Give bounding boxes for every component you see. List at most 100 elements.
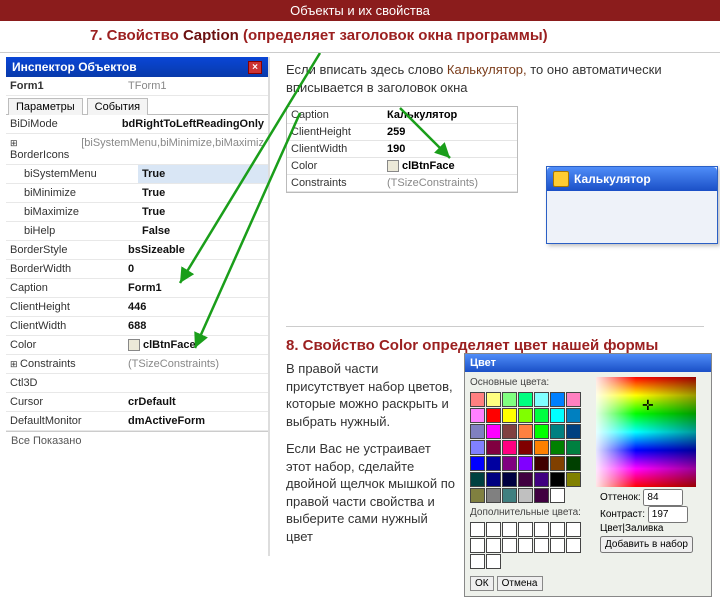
prop-name-BorderStyle[interactable]: BorderStyle (6, 241, 124, 259)
prop-name-BorderWidth[interactable]: BorderWidth (6, 260, 124, 278)
color-swatch[interactable] (470, 440, 485, 455)
prop-val-Constraints[interactable]: (TSizeConstraints) (124, 355, 268, 373)
color-swatch[interactable] (486, 408, 501, 423)
color-swatch[interactable] (518, 440, 533, 455)
color-swatch[interactable] (566, 440, 581, 455)
color-swatch[interactable] (534, 392, 549, 407)
custom-colors-grid[interactable] (470, 522, 590, 569)
oi-selector[interactable]: Form1 TForm1 (6, 77, 268, 96)
color-swatch[interactable] (566, 408, 581, 423)
prop-name-Caption[interactable]: Caption (6, 279, 124, 297)
color-swatch[interactable] (518, 408, 533, 423)
color-swatch[interactable] (534, 440, 549, 455)
color-swatch[interactable] (502, 488, 517, 503)
prop-name-Ctl3D[interactable]: Ctl3D (6, 374, 124, 392)
custom-swatch[interactable] (534, 522, 549, 537)
color-swatch[interactable] (550, 456, 565, 471)
color-dialog[interactable]: Цвет Основные цвета: Дополнительные цвет… (464, 353, 712, 597)
custom-swatch[interactable] (486, 554, 501, 569)
color-swatch[interactable] (486, 488, 501, 503)
prop-val-DefaultMonitor[interactable]: dmActiveForm (124, 412, 268, 430)
color-swatch[interactable] (518, 392, 533, 407)
color-swatch[interactable] (550, 408, 565, 423)
prop-name-DefaultMonitor[interactable]: DefaultMonitor (6, 412, 124, 430)
custom-swatch[interactable] (486, 538, 501, 553)
prop-name-Color[interactable]: Color (6, 336, 124, 354)
custom-swatch[interactable] (518, 538, 533, 553)
tab-events[interactable]: События (87, 98, 148, 115)
prop-val-ClientWidth[interactable]: 688 (124, 317, 268, 335)
color-swatch[interactable] (534, 456, 549, 471)
basic-colors-grid[interactable] (470, 392, 590, 503)
color-swatch[interactable] (566, 456, 581, 471)
prop-val-biMinimize[interactable]: True (138, 184, 268, 202)
prop-val-Caption[interactable]: Form1 (124, 279, 268, 297)
color-swatch[interactable] (550, 440, 565, 455)
custom-swatch[interactable] (470, 554, 485, 569)
color-swatch[interactable] (486, 424, 501, 439)
prop-val-BorderIcons[interactable]: [biSystemMenu,biMinimize,biMaximiz (77, 134, 268, 164)
color-swatch[interactable] (470, 472, 485, 487)
prop-val-biHelp[interactable]: False (138, 222, 268, 240)
prop-name-biHelp[interactable]: biHelp (6, 222, 138, 240)
prop-name-ClientWidth[interactable]: ClientWidth (6, 317, 124, 335)
color-swatch[interactable] (534, 488, 549, 503)
color-swatch[interactable] (470, 408, 485, 423)
color-swatch[interactable] (534, 408, 549, 423)
custom-swatch[interactable] (502, 538, 517, 553)
input-hue[interactable] (643, 489, 683, 506)
color-swatch[interactable] (566, 392, 581, 407)
color-swatch[interactable] (550, 392, 565, 407)
close-icon[interactable]: × (248, 61, 262, 74)
add-color-button[interactable]: Добавить в набор (600, 536, 693, 553)
prop-val-BiDiMode[interactable]: bdRightToLeftReadingOnly (118, 115, 268, 133)
color-swatch[interactable] (534, 424, 549, 439)
color-swatch[interactable] (502, 408, 517, 423)
prop-val-Color[interactable]: clBtnFace (124, 336, 268, 354)
color-swatch[interactable] (502, 456, 517, 471)
color-swatch[interactable] (518, 424, 533, 439)
custom-swatch[interactable] (502, 522, 517, 537)
color-swatch[interactable] (486, 440, 501, 455)
color-swatch[interactable] (502, 440, 517, 455)
custom-swatch[interactable] (566, 538, 581, 553)
custom-swatch[interactable] (550, 538, 565, 553)
prop-name-Constraints[interactable]: Constraints (6, 355, 124, 373)
tab-params[interactable]: Параметры (8, 98, 83, 115)
prop-val-Cursor[interactable]: crDefault (124, 393, 268, 411)
color-swatch[interactable] (470, 424, 485, 439)
color-swatch[interactable] (502, 424, 517, 439)
color-swatch[interactable] (470, 456, 485, 471)
color-swatch[interactable] (550, 472, 565, 487)
prop-name-biMaximize[interactable]: biMaximize (6, 203, 138, 221)
color-swatch[interactable] (486, 392, 501, 407)
prop-name-BorderIcons[interactable]: BorderIcons (6, 134, 77, 164)
color-swatch[interactable] (550, 424, 565, 439)
custom-swatch[interactable] (550, 522, 565, 537)
custom-swatch[interactable] (518, 522, 533, 537)
color-swatch[interactable] (566, 472, 581, 487)
prop-name-Cursor[interactable]: Cursor (6, 393, 124, 411)
prop-val-Ctl3D[interactable] (124, 374, 268, 392)
color-swatch[interactable] (518, 456, 533, 471)
color-swatch[interactable] (534, 472, 549, 487)
prop-val-ClientHeight[interactable]: 446 (124, 298, 268, 316)
prop-name-biSystemMenu[interactable]: biSystemMenu (6, 165, 138, 183)
custom-swatch[interactable] (470, 522, 485, 537)
color-swatch[interactable] (486, 456, 501, 471)
ok-button[interactable]: ОК (470, 576, 494, 591)
color-swatch[interactable] (502, 392, 517, 407)
prop-name-biMinimize[interactable]: biMinimize (6, 184, 138, 202)
color-swatch[interactable] (566, 424, 581, 439)
custom-swatch[interactable] (486, 522, 501, 537)
prop-val-BorderWidth[interactable]: 0 (124, 260, 268, 278)
color-swatch[interactable] (470, 488, 485, 503)
color-swatch[interactable] (486, 472, 501, 487)
color-swatch[interactable] (518, 472, 533, 487)
color-swatch[interactable] (502, 472, 517, 487)
prop-val-BorderStyle[interactable]: bsSizeable (124, 241, 268, 259)
prop-name-ClientHeight[interactable]: ClientHeight (6, 298, 124, 316)
color-swatch[interactable] (470, 392, 485, 407)
prop-name-BiDiMode[interactable]: BiDiMode (6, 115, 118, 133)
input-contrast[interactable] (648, 506, 688, 523)
